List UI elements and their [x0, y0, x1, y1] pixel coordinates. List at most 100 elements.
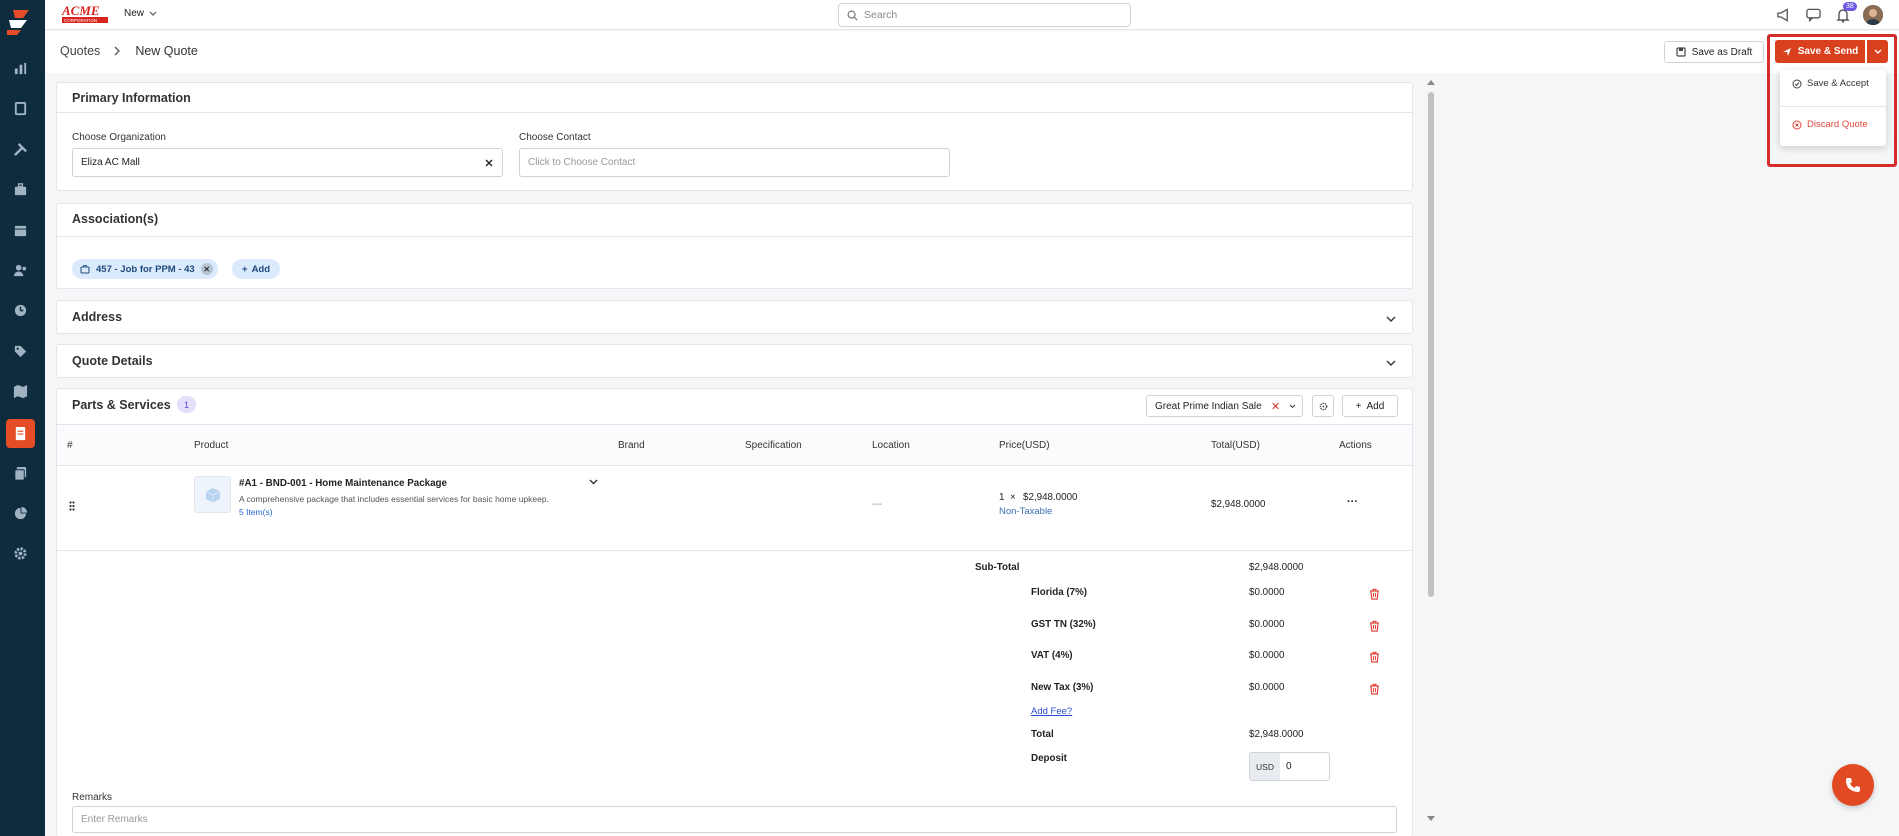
- search-placeholder: Search: [864, 9, 898, 21]
- address-title: Address: [72, 310, 123, 324]
- table-header: [57, 425, 1412, 465]
- settings-button[interactable]: [1312, 395, 1334, 417]
- deposit-value[interactable]: 0: [1280, 753, 1292, 780]
- chat-icon[interactable]: [1803, 5, 1823, 25]
- col-specification: Specification: [745, 440, 802, 451]
- call-button[interactable]: [1832, 764, 1874, 806]
- trash-icon[interactable]: [1369, 683, 1380, 695]
- drag-handle-icon[interactable]: [69, 501, 75, 511]
- search-icon: [847, 10, 858, 21]
- primary-info-card: Primary Information Choose Organization …: [56, 82, 1413, 191]
- col-total: Total(USD): [1211, 440, 1260, 451]
- col-price: Price(USD): [999, 440, 1050, 451]
- page-header: Quotes New Quote: [45, 31, 1899, 73]
- briefcase-icon[interactable]: [11, 180, 29, 198]
- add-part-button[interactable]: + Add: [1342, 395, 1398, 417]
- plus-icon: +: [242, 263, 248, 275]
- col-num: #: [67, 440, 73, 451]
- reports-icon[interactable]: [11, 504, 29, 522]
- scroll-down-icon[interactable]: [1426, 815, 1436, 823]
- total-value: $2,948.0000: [1249, 729, 1304, 740]
- documents-icon[interactable]: [11, 99, 29, 117]
- chevron-right-icon: [114, 46, 121, 56]
- associations-title: Association(s): [72, 212, 159, 226]
- subtotal-label: Sub-Total: [975, 562, 1020, 573]
- org-value: Eliza AC Mall: [81, 157, 140, 168]
- add-fee-link[interactable]: Add Fee?: [1031, 706, 1072, 717]
- price-value: $2,948.0000: [1023, 492, 1078, 503]
- avatar[interactable]: [1863, 5, 1883, 25]
- highlight-box: [1767, 34, 1897, 167]
- chevron-down-icon[interactable]: [589, 479, 598, 485]
- users-icon[interactable]: [11, 261, 29, 279]
- col-brand: Brand: [618, 440, 645, 451]
- pricebook-select[interactable]: Great Prime Indian Sale ✕: [1146, 395, 1303, 417]
- product-name: #A1 - BND-001 - Home Maintenance Package: [239, 478, 447, 489]
- svg-text:CORPORATION: CORPORATION: [64, 18, 97, 23]
- row-total: $2,948.0000: [1211, 499, 1266, 510]
- calendar-icon[interactable]: [11, 221, 29, 239]
- deposit-field[interactable]: USD 0: [1249, 752, 1330, 781]
- primary-info-title: Primary Information: [72, 91, 191, 105]
- organization-field[interactable]: Eliza AC Mall: [72, 148, 503, 177]
- remove-chip-icon[interactable]: ✕: [200, 263, 213, 275]
- tax-value-0: $0.0000: [1249, 587, 1285, 598]
- settings-icon[interactable]: [11, 544, 29, 562]
- parts-services-card: Parts & Services 1 Great Prime Indian Sa…: [56, 388, 1413, 836]
- associations-card: Association(s) 457 - Job for PPM - 43 ✕ …: [56, 203, 1413, 289]
- price-times: ×: [1010, 492, 1016, 503]
- trash-icon[interactable]: [1369, 588, 1380, 600]
- tax-value-3: $0.0000: [1249, 682, 1285, 693]
- tax-label-1: GST TN (32%): [1031, 619, 1096, 630]
- add-association-button[interactable]: + Add: [232, 259, 281, 279]
- phone-icon: [1846, 778, 1860, 792]
- trash-icon[interactable]: [1369, 620, 1380, 632]
- tag-icon[interactable]: [11, 342, 29, 360]
- scrollbar-thumb[interactable]: [1428, 92, 1434, 597]
- col-location: Location: [872, 440, 910, 451]
- add-association-label: Add: [251, 263, 271, 275]
- trash-icon[interactable]: [1369, 651, 1380, 663]
- save-draft-button[interactable]: Save as Draft: [1664, 41, 1764, 63]
- clock-icon[interactable]: [11, 301, 29, 319]
- clear-icon[interactable]: [485, 159, 493, 167]
- chevron-down-icon: [149, 11, 157, 16]
- contact-placeholder: Click to Choose Contact: [528, 157, 636, 168]
- app-logo-icon[interactable]: [5, 8, 33, 36]
- quote-details-card[interactable]: Quote Details: [56, 344, 1413, 378]
- remarks-field[interactable]: Enter Remarks: [72, 806, 1397, 833]
- sidebar: [0, 0, 45, 836]
- new-menu-button[interactable]: New: [124, 8, 157, 19]
- search-input[interactable]: Search: [838, 3, 1131, 27]
- address-card[interactable]: Address: [56, 300, 1413, 334]
- breadcrumb: Quotes New Quote: [60, 44, 198, 58]
- parts-title: Parts & Services: [72, 398, 171, 412]
- contact-field[interactable]: Click to Choose Contact: [519, 148, 950, 177]
- megaphone-icon[interactable]: [1773, 5, 1793, 25]
- clear-pricebook-icon[interactable]: ✕: [1271, 400, 1280, 413]
- chevron-down-icon[interactable]: [1385, 313, 1397, 325]
- briefcase-icon: [80, 264, 90, 273]
- package-icon: [205, 487, 220, 502]
- scroll-up-icon[interactable]: [1426, 78, 1436, 86]
- dashboard-icon[interactable]: [11, 59, 29, 77]
- contact-label: Choose Contact: [519, 132, 591, 143]
- map-icon[interactable]: [11, 382, 29, 400]
- tax-value-1: $0.0000: [1249, 619, 1285, 630]
- quotes-icon[interactable]: [11, 424, 29, 442]
- notification-badge: 38: [1843, 2, 1857, 11]
- svg-text:ACME: ACME: [61, 3, 100, 18]
- tools-icon[interactable]: [11, 140, 29, 158]
- product-items-link[interactable]: 5 Item(s): [239, 507, 273, 517]
- chevron-down-icon[interactable]: [1385, 357, 1397, 369]
- invoices-icon[interactable]: [11, 464, 29, 482]
- col-actions: Actions: [1339, 440, 1372, 451]
- remarks-placeholder: Enter Remarks: [81, 814, 148, 825]
- association-chip[interactable]: 457 - Job for PPM - 43 ✕: [72, 259, 218, 279]
- acme-logo[interactable]: ACME CORPORATION: [61, 3, 111, 25]
- org-label: Choose Organization: [72, 132, 166, 143]
- breadcrumb-quotes[interactable]: Quotes: [60, 44, 100, 58]
- row-actions-button[interactable]: ···: [1347, 496, 1358, 508]
- tax-label-2: VAT (4%): [1031, 650, 1073, 661]
- chevron-down-icon: [1289, 403, 1296, 408]
